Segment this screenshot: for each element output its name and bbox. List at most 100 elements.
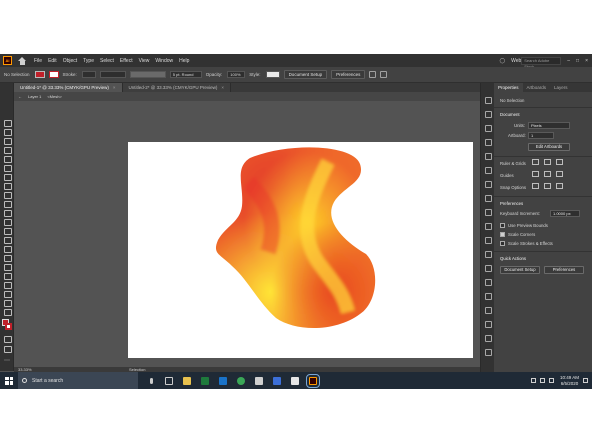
line-tool-icon[interactable] bbox=[3, 173, 12, 181]
transform-panel-icon[interactable] bbox=[485, 279, 492, 286]
scale-strokes-checkbox[interactable] bbox=[500, 241, 505, 246]
transparency-grid-icon[interactable] bbox=[556, 159, 563, 165]
smart-guides-icon[interactable] bbox=[556, 171, 563, 177]
align-panel-icon[interactable] bbox=[485, 251, 492, 258]
network-icon[interactable] bbox=[539, 378, 545, 383]
tab-untitled-2[interactable]: Untitled-2* @ 33.33% (CMYK/GPU Preview) × bbox=[122, 83, 231, 92]
layers-panel-icon[interactable] bbox=[485, 223, 492, 230]
screen-mode-icon[interactable] bbox=[3, 345, 12, 353]
paragraph-panel-icon[interactable] bbox=[485, 307, 492, 314]
rectangle-tool-icon[interactable] bbox=[3, 182, 12, 190]
notifications-icon[interactable] bbox=[583, 378, 588, 383]
windows-start-icon[interactable] bbox=[5, 376, 13, 385]
menu-view[interactable]: View bbox=[139, 58, 150, 64]
volume-icon[interactable] bbox=[548, 378, 554, 383]
calculator-icon[interactable] bbox=[255, 376, 263, 385]
microphone-icon[interactable] bbox=[150, 377, 153, 384]
stroke-swatch[interactable] bbox=[48, 71, 59, 78]
breadcrumb-object[interactable]: <Mesh> bbox=[47, 94, 61, 99]
task-view-icon[interactable] bbox=[165, 376, 173, 385]
clock[interactable]: 10:49 AM 6/5/2020 bbox=[560, 375, 579, 387]
preferences-button[interactable]: Preferences bbox=[331, 70, 366, 79]
transform-icon[interactable] bbox=[380, 71, 388, 78]
excel-icon[interactable] bbox=[201, 376, 209, 385]
grid-icon[interactable] bbox=[544, 159, 551, 165]
tab-layers[interactable]: Layers bbox=[550, 83, 572, 92]
menu-type[interactable]: Type bbox=[83, 58, 94, 64]
gradient-tool-icon[interactable] bbox=[3, 272, 12, 280]
swatches-panel-icon[interactable] bbox=[485, 111, 492, 118]
brushes-panel-icon[interactable] bbox=[485, 125, 492, 132]
home-icon[interactable] bbox=[18, 56, 26, 65]
tab-artboards[interactable]: Artboards bbox=[523, 83, 551, 92]
type-tool-icon[interactable] bbox=[3, 164, 12, 172]
opacity-input[interactable]: 100% bbox=[227, 71, 246, 78]
workspace-switcher[interactable]: Web bbox=[511, 58, 521, 64]
close-button[interactable]: × bbox=[585, 58, 588, 64]
menu-effect[interactable]: Effect bbox=[120, 58, 133, 64]
direct-selection-tool-icon[interactable] bbox=[3, 128, 12, 136]
style-swatch[interactable] bbox=[265, 71, 280, 78]
file-explorer-icon[interactable] bbox=[183, 376, 191, 385]
hand-tool-icon[interactable] bbox=[3, 299, 12, 307]
character-panel-icon[interactable] bbox=[485, 293, 492, 300]
document-setup-button[interactable]: Document Setup bbox=[283, 70, 328, 79]
menu-select[interactable]: Select bbox=[100, 58, 114, 64]
stroke-weight-input[interactable] bbox=[81, 71, 96, 78]
illustrator-taskbar-icon[interactable] bbox=[306, 373, 320, 388]
artboards-panel-icon[interactable] bbox=[485, 335, 492, 342]
word-icon[interactable] bbox=[273, 376, 281, 385]
tools-icon[interactable] bbox=[291, 376, 299, 385]
tab-untitled-1[interactable]: Untitled-1* @ 33.33% (CMYK/GPU Preview) × bbox=[14, 83, 123, 92]
menu-edit[interactable]: Edit bbox=[48, 58, 57, 64]
zoom-tool-icon[interactable] bbox=[3, 308, 12, 316]
eraser-tool-icon[interactable] bbox=[3, 209, 12, 217]
links-panel-icon[interactable] bbox=[485, 237, 492, 244]
maximize-button[interactable]: □ bbox=[576, 58, 579, 64]
stock-search-input[interactable]: Search Adobe Stock bbox=[521, 56, 562, 69]
gradient-panel-icon[interactable] bbox=[485, 167, 492, 174]
libraries-panel-icon[interactable] bbox=[485, 321, 492, 328]
document-setup-button[interactable]: Document Setup bbox=[500, 266, 540, 274]
shape-builder-tool-icon[interactable] bbox=[3, 254, 12, 262]
eyedropper-tool-icon[interactable] bbox=[3, 281, 12, 289]
taskbar-search-input[interactable]: Start a search bbox=[18, 372, 138, 389]
use-preview-bounds-checkbox[interactable] bbox=[500, 223, 505, 228]
variable-width-select[interactable] bbox=[99, 71, 126, 78]
paintbrush-tool-icon[interactable] bbox=[3, 191, 12, 199]
rotate-tool-icon[interactable] bbox=[3, 218, 12, 226]
keyboard-increment-input[interactable]: 1.0000 px bbox=[550, 210, 580, 217]
snap-to-grid-icon[interactable] bbox=[544, 183, 551, 189]
appearance-panel-icon[interactable] bbox=[485, 195, 492, 202]
close-icon[interactable]: × bbox=[113, 85, 116, 90]
menu-object[interactable]: Object bbox=[63, 58, 77, 64]
selection-tool-icon[interactable] bbox=[3, 119, 12, 127]
minimize-button[interactable]: – bbox=[567, 58, 570, 64]
arrange-icon[interactable] bbox=[369, 71, 377, 78]
magic-wand-tool-icon[interactable] bbox=[3, 137, 12, 145]
profile-select[interactable] bbox=[129, 71, 166, 78]
draw-mode-icon[interactable] bbox=[3, 335, 12, 343]
brush-select[interactable]: 5 pt. Round bbox=[169, 71, 202, 78]
close-icon[interactable]: × bbox=[221, 85, 224, 90]
graphic-styles-panel-icon[interactable] bbox=[485, 209, 492, 216]
menu-file[interactable]: File bbox=[34, 58, 42, 64]
lightbulb-icon[interactable]: ◯ bbox=[499, 58, 505, 64]
menu-window[interactable]: Window bbox=[155, 58, 173, 64]
pathfinder-panel-icon[interactable] bbox=[485, 265, 492, 272]
asset-export-panel-icon[interactable] bbox=[485, 349, 492, 356]
symbols-panel-icon[interactable] bbox=[485, 139, 492, 146]
show-guides-icon[interactable] bbox=[532, 171, 539, 177]
ruler-icon[interactable] bbox=[532, 159, 539, 165]
chrome-icon[interactable] bbox=[237, 376, 245, 385]
artboard-select[interactable]: 1 bbox=[528, 132, 554, 139]
tab-properties[interactable]: Properties bbox=[494, 83, 523, 92]
units-select[interactable]: Pixels bbox=[528, 122, 570, 129]
stroke-panel-icon[interactable] bbox=[485, 153, 492, 160]
curvature-tool-icon[interactable] bbox=[3, 155, 12, 163]
preferences-button[interactable]: Preferences bbox=[544, 266, 584, 274]
pencil-tool-icon[interactable] bbox=[3, 200, 12, 208]
mesh-tool-icon[interactable] bbox=[3, 263, 12, 271]
back-arrow-icon[interactable]: ← bbox=[18, 94, 22, 99]
stroke-color-icon[interactable] bbox=[5, 323, 12, 330]
